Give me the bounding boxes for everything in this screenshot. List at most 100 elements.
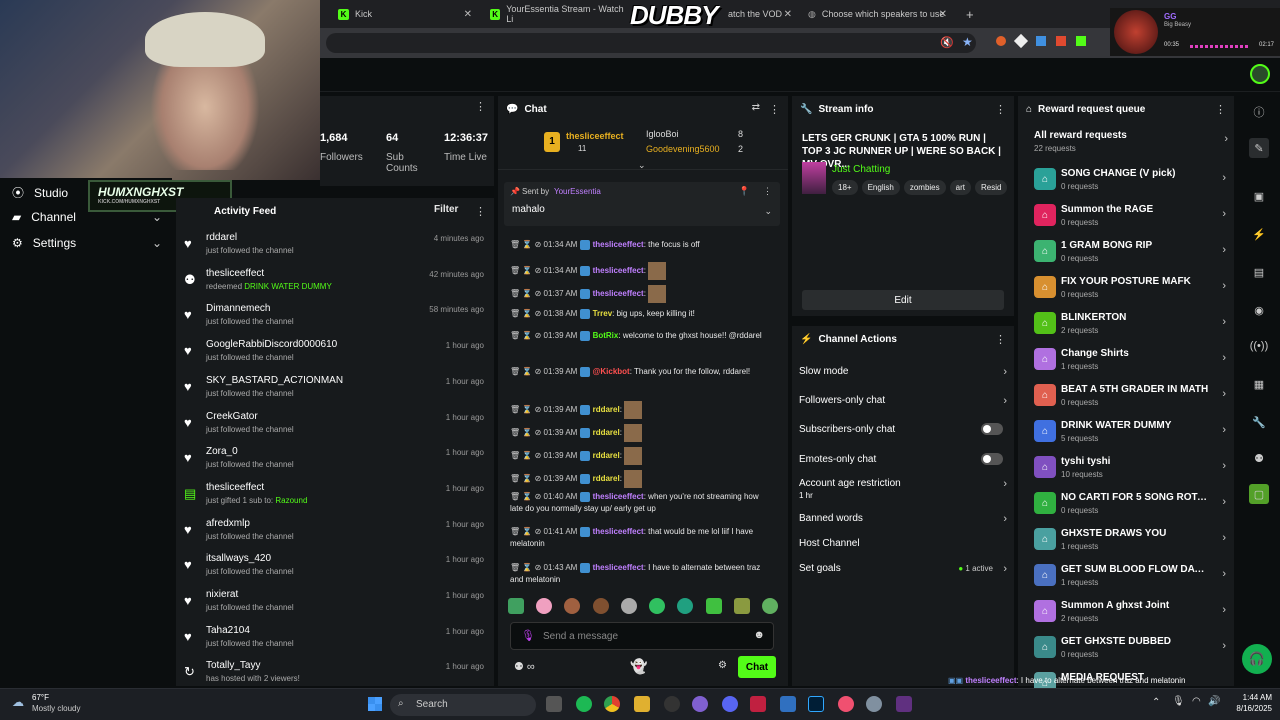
channel-action-item[interactable]: Account age restriction 1 hr ›	[799, 478, 1009, 500]
feed-item[interactable]: ♥ rddarel just followed the channel 4 minut…	[184, 232, 484, 268]
gear-icon[interactable]: ⚙	[718, 660, 727, 671]
task-view-icon[interactable]	[546, 696, 562, 712]
feed-username[interactable]: afredxmlp	[206, 518, 250, 529]
chevron-up-icon[interactable]: ⌃	[1152, 697, 1160, 708]
collapse-icon[interactable]: ⌄	[638, 160, 646, 171]
extension-icon[interactable]	[996, 36, 1006, 46]
ban-icon[interactable]: ⊘	[535, 266, 542, 275]
emoji-icon[interactable]: ☻	[753, 629, 765, 641]
feed-username[interactable]: Totally_Tayy	[206, 660, 260, 671]
chevron-down-icon[interactable]: ⌄	[764, 206, 772, 217]
chat-username[interactable]: @Kickbot	[593, 367, 630, 376]
feed-username[interactable]: SKY_BASTARD_AC7IONMAN	[206, 375, 343, 386]
music-icon[interactable]	[838, 696, 854, 712]
chat-input-box[interactable]: 🎙 Send a message ☻	[510, 622, 774, 650]
extension-icon[interactable]	[1013, 33, 1029, 49]
chat-message[interactable]: 🗑 ⌛ ⊘ 01:39 AM @Kickbot: Thank you for t…	[510, 366, 772, 378]
close-tab-icon[interactable]: ✕	[784, 9, 792, 20]
ban-icon[interactable]: ⊘	[535, 428, 542, 437]
browser-tab[interactable]: ◍ Choose which speakers to use ✕	[800, 4, 955, 24]
chat-username[interactable]: thesliceeffect	[593, 266, 644, 275]
share-icon[interactable]: ⚉	[1249, 448, 1269, 468]
chat-message[interactable]: 🗑 ⌛ ⊘ 01:39 AM rddarel:	[510, 401, 772, 419]
volume-icon[interactable]: 🔊	[1208, 696, 1220, 707]
reward-item[interactable]: ⌂ Change Shirts 1 requests ›	[1032, 346, 1228, 376]
chat-username[interactable]: Trrev	[593, 309, 613, 318]
more-options-icon[interactable]: ⋮	[763, 186, 772, 197]
timeout-icon[interactable]: ⌛	[522, 451, 532, 460]
send-chat-button[interactable]: Chat	[738, 656, 776, 678]
microphone-icon[interactable]: 🎙	[521, 629, 535, 642]
reward-item[interactable]: ⌂ 1 GRAM BONG RIP 0 requests ›	[1032, 238, 1228, 268]
more-options-icon[interactable]: ⋮	[769, 103, 780, 116]
feed-username[interactable]: Dimannemech	[206, 303, 270, 314]
delete-icon[interactable]: 🗑	[510, 289, 520, 298]
emote-icon[interactable]	[620, 598, 637, 614]
feed-item[interactable]: ♥ afredxmlp just followed the channel 1 hou…	[184, 518, 484, 554]
chat-username[interactable]: thesliceeffect	[593, 527, 644, 536]
reward-item[interactable]: ⌂ Summon A ghxst Joint 2 requests ›	[1032, 598, 1228, 628]
chat-username[interactable]: thesliceeffect	[593, 289, 644, 298]
bookmark-star-icon[interactable]: ★	[962, 35, 973, 49]
nav-channel[interactable]: ▰ Channel ⌄	[12, 210, 162, 224]
taskbar-search[interactable]: ⌕ Search	[390, 694, 536, 716]
more-options-icon[interactable]: ⋮	[995, 333, 1006, 346]
delete-icon[interactable]: 🗑	[510, 309, 520, 318]
reward-item[interactable]: ⌂ BLINKERTON 2 requests ›	[1032, 310, 1228, 340]
settings-icon[interactable]	[866, 696, 882, 712]
reward-item[interactable]: ⌂ GET GHXSTE DUBBED 0 requests ›	[1032, 634, 1228, 664]
channel-action-item[interactable]: Banned words ›	[799, 513, 1009, 525]
feed-username[interactable]: nixierat	[206, 589, 238, 600]
ban-icon[interactable]: ⊘	[535, 367, 542, 376]
chrome-icon[interactable]	[604, 696, 620, 712]
timeout-icon[interactable]: ⌛	[522, 367, 532, 376]
emote-icon[interactable]	[649, 598, 666, 614]
chat-message[interactable]: 🗑 ⌛ ⊘ 01:39 AM rddarel:	[510, 470, 772, 488]
timeout-icon[interactable]: ⌛	[522, 405, 532, 414]
ban-icon[interactable]: ⊘	[535, 527, 542, 536]
microphone-icon[interactable]: 🎙	[1172, 696, 1185, 707]
timeout-icon[interactable]: ⌛	[522, 289, 532, 298]
tag[interactable]: English	[861, 180, 900, 195]
tag[interactable]: art	[949, 180, 971, 195]
extension-icon[interactable]	[1076, 36, 1086, 46]
nav-settings[interactable]: ⚙ Settings ⌄	[12, 236, 162, 250]
emote-icon[interactable]	[677, 598, 694, 614]
tag[interactable]: zombies	[903, 180, 946, 195]
timeout-icon[interactable]: ⌛	[522, 331, 532, 340]
support-button[interactable]: 🎧	[1242, 644, 1272, 674]
channel-action-item[interactable]: Emotes-only chat	[799, 453, 1009, 465]
reward-item[interactable]: ⌂ GET SUM BLOOD FLOW DAW... 1 requests ›	[1032, 562, 1228, 592]
new-tab-button[interactable]: +	[958, 4, 978, 24]
discord-icon[interactable]	[722, 696, 738, 712]
chat-username[interactable]: BotRix	[593, 331, 619, 340]
browser-tab[interactable]: atch the VOD ✕	[720, 4, 800, 24]
delete-icon[interactable]: 🗑	[510, 492, 520, 501]
feed-username[interactable]: GoogleRabbiDiscord0000610	[206, 339, 337, 350]
info-icon[interactable]: ⓘ	[1249, 102, 1269, 122]
reward-item[interactable]: ⌂ Summon the RAGE 0 requests ›	[1032, 202, 1228, 232]
toggle-switch[interactable]	[981, 423, 1003, 435]
wrench-icon[interactable]: 🔧	[1249, 412, 1269, 432]
app-icon[interactable]	[896, 696, 912, 712]
reward-item[interactable]: ⌂ DRINK WATER DUMMY 5 requests ›	[1032, 418, 1228, 448]
ban-icon[interactable]: ⊘	[535, 309, 542, 318]
ban-icon[interactable]: ⊘	[535, 331, 542, 340]
feed-item[interactable]: ♥ CreekGator just followed the channel 1 ho…	[184, 411, 484, 447]
ban-icon[interactable]: ⊘	[535, 289, 542, 298]
delete-icon[interactable]: 🗑	[510, 240, 520, 249]
reward-item[interactable]: ⌂ GHXSTE DRAWS YOU 1 requests ›	[1032, 526, 1228, 556]
feed-username[interactable]: Taha2104	[206, 625, 250, 636]
feed-username[interactable]: Zora_0	[206, 446, 238, 457]
emote-icon[interactable]	[564, 598, 581, 614]
chat-message[interactable]: 🗑 ⌛ ⊘ 01:39 AM rddarel:	[510, 424, 772, 442]
feed-item[interactable]: ♥ itsallways_420 just followed the channel…	[184, 553, 484, 589]
chat-message[interactable]: 🗑 ⌛ ⊘ 01:34 AM thesliceeffect: the focus…	[510, 239, 772, 251]
emote-icon[interactable]	[592, 598, 609, 614]
close-tab-icon[interactable]: ✕	[939, 9, 947, 20]
chat-message[interactable]: 🗑 ⌛ ⊘ 01:39 AM BotRix: welcome to the gh…	[510, 330, 772, 342]
feed-item[interactable]: ▤ thesliceeffect just gifted 1 sub to: Raz…	[184, 482, 484, 518]
emote-icon[interactable]	[536, 598, 553, 614]
feed-item[interactable]: ♥ Zora_0 just followed the channel 1 hour a…	[184, 446, 484, 482]
emote-icon[interactable]	[705, 598, 722, 614]
